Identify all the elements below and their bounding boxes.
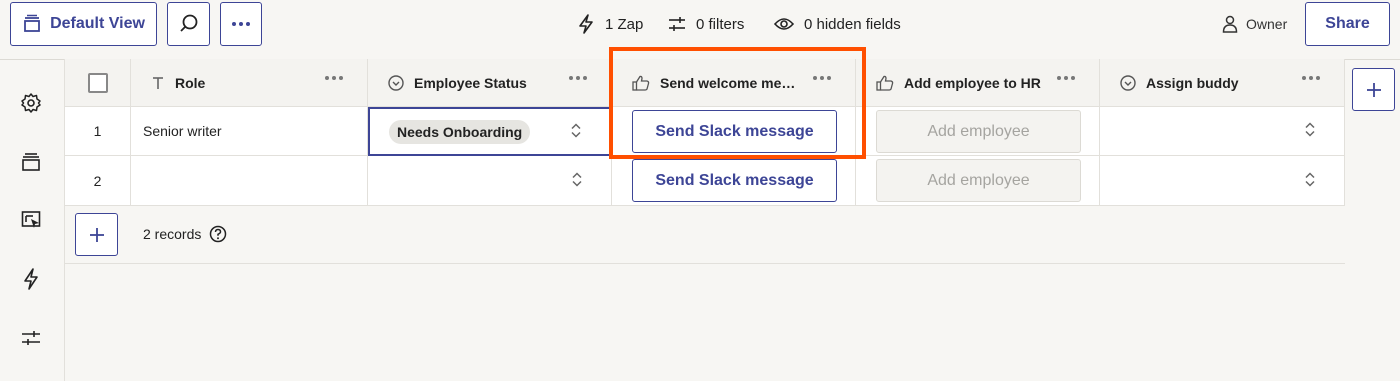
filters-count: 0 filters [696,15,745,33]
assign-buddy-cell[interactable] [1100,107,1345,156]
column-menu-icon[interactable] [1057,76,1075,80]
table: Role Employee Status Send welcome me… Ad… [65,59,1345,265]
column-menu-icon[interactable] [325,76,343,80]
search-button[interactable] [167,2,210,46]
owner-indicator[interactable]: Owner [1222,12,1287,36]
owner-label: Owner [1246,16,1288,32]
column-header-employee-status[interactable]: Employee Status [368,59,612,107]
lightning-icon [24,268,38,290]
eye-icon [774,18,794,30]
gear-icon [21,93,41,113]
add-employee-cell: Add employee [856,156,1100,206]
add-record-button[interactable] [75,213,118,256]
share-label: Share [1325,15,1370,32]
role-cell[interactable]: Senior writer [131,107,368,156]
thumbs-up-icon [632,75,650,91]
column-header-send-welcome[interactable]: Send welcome me… [612,59,856,107]
chevron-updown-icon[interactable] [1304,121,1316,142]
assign-buddy-cell[interactable] [1100,156,1345,206]
column-title: Send welcome me… [660,74,796,91]
send-welcome-cell: Send Slack message [612,156,856,206]
interface-icon [21,211,41,228]
add-employee-button[interactable]: Add employee [876,110,1081,153]
search-icon [179,14,197,32]
row-number-cell: 1 [65,107,131,156]
hidden-fields-count: 0 hidden fields [804,15,901,33]
row-number-cell: 2 [65,156,131,206]
plus-icon [89,227,104,242]
zaps-count: 1 Zap [605,15,644,33]
table-footer: 2 records [65,206,1345,264]
column-menu-icon[interactable] [813,76,831,80]
filter-icon [669,17,685,31]
toolbar: Default View 1 Zap 0 filters 0 hidden fi… [0,0,1400,48]
thumbs-up-icon [876,75,894,91]
send-slack-message-button[interactable]: Send Slack message [632,110,837,153]
help-icon[interactable] [209,225,227,243]
view-selector-button[interactable]: Default View [10,2,157,46]
employee-status-cell[interactable] [368,156,612,206]
filters-button[interactable] [20,327,42,349]
row-number: 2 [93,172,102,189]
zaps-button[interactable] [20,268,42,290]
send-welcome-cell: Send Slack message [612,107,856,156]
sidebar [0,59,65,381]
layers-icon [22,153,40,171]
column-menu-icon[interactable] [1302,76,1320,80]
views-button[interactable] [20,151,42,173]
lightning-icon [579,14,593,34]
send-slack-message-button[interactable]: Send Slack message [632,159,837,202]
ellipsis-icon [232,22,250,26]
select-all-cell [65,59,131,107]
status-badge: Needs Onboarding [389,119,531,144]
add-employee-button[interactable]: Add employee [876,159,1081,202]
chevron-updown-icon[interactable] [570,121,582,142]
role-cell[interactable] [131,156,368,206]
zaps-link[interactable]: 1 Zap [577,12,643,36]
add-field-button[interactable] [1352,68,1395,111]
view-label: Default View [50,15,145,32]
status-type-icon [388,74,404,91]
plus-icon [1366,82,1381,97]
row-number: 1 [93,123,102,139]
chevron-updown-icon[interactable] [1304,170,1316,191]
column-header-assign-buddy[interactable]: Assign buddy [1100,59,1345,107]
hidden-fields-link[interactable]: 0 hidden fields [774,12,901,36]
share-button[interactable]: Share [1305,2,1390,46]
column-title: Role [175,74,206,91]
chevron-updown-icon[interactable] [571,170,583,191]
column-header-role[interactable]: Role [131,59,368,107]
settings-button[interactable] [20,92,42,114]
add-employee-cell: Add employee [856,107,1100,156]
record-count-label: 2 records [143,226,202,242]
employee-status-cell[interactable]: Needs Onboarding [368,107,612,156]
role-value: Senior writer [143,123,222,139]
column-title: Assign buddy [1146,74,1239,91]
status-type-icon [1120,74,1136,91]
column-menu-icon[interactable] [569,76,587,80]
record-count: 2 records [143,225,227,243]
column-header-add-employee[interactable]: Add employee to HR [856,59,1100,107]
more-options-button[interactable] [220,2,262,46]
interfaces-button[interactable] [20,209,42,231]
filter-icon [22,331,40,345]
column-title: Employee Status [414,74,527,91]
filters-link[interactable]: 0 filters [668,12,744,36]
layers-icon [24,14,40,32]
select-all-checkbox[interactable] [87,72,108,93]
column-title: Add employee to HR [904,74,1041,91]
user-icon [1222,15,1238,33]
text-type-icon [151,76,165,90]
